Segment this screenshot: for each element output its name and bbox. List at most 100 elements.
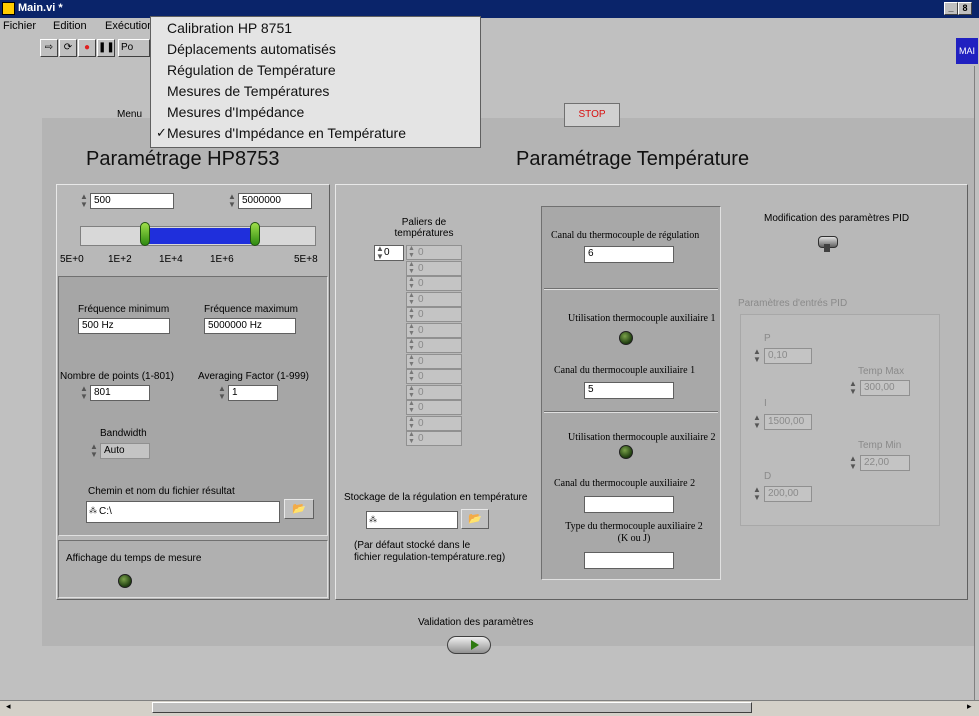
d-spinner-icon[interactable]: ▲ ▼ <box>753 486 761 502</box>
points-field[interactable]: 801 <box>90 385 150 401</box>
menu-fichier[interactable]: Fichier <box>3 20 36 32</box>
aux1-use-label: Utilisation thermocouple auxiliaire 1 <box>568 313 716 324</box>
menu-edition[interactable]: Edition <box>53 20 87 32</box>
storage-note-1: (Par défaut stocké dans le <box>354 540 471 551</box>
path-type-icon: ⁂ <box>89 506 97 515</box>
p-field[interactable]: 0,10 <box>764 348 812 364</box>
range-min-spinner-icon[interactable]: ▲ ▼ <box>80 193 88 209</box>
validate-button[interactable] <box>447 636 491 654</box>
hp8753-params-box <box>58 276 328 536</box>
freq-max-field[interactable]: 5000000 Hz <box>204 318 296 334</box>
i-label: I <box>764 398 767 409</box>
bandwidth-spinner-icon[interactable]: ▲ ▼ <box>90 443 98 459</box>
menu-execution[interactable]: Exécution <box>105 20 153 32</box>
maximize-button[interactable]: 8 <box>958 2 972 15</box>
play-arrow-icon <box>471 640 479 650</box>
palier-spinner-icon[interactable]: ▲ ▼ <box>408 245 415 259</box>
palier-spinner-icon[interactable]: ▲ ▼ <box>408 261 415 275</box>
palier-spinner-icon[interactable]: ▲ ▼ <box>408 276 415 290</box>
canal-regulation-label: Canal du thermocouple de régulation <box>551 230 700 241</box>
temp-max-field[interactable]: 300,00 <box>860 380 910 396</box>
storage-browse-button[interactable]: 📂 <box>461 509 489 529</box>
menu-item-calibration[interactable]: Calibration HP 8751 <box>167 20 292 36</box>
averaging-label: Averaging Factor (1-999) <box>198 371 309 382</box>
scrollbar-thumb[interactable] <box>152 702 752 713</box>
display-time-led[interactable] <box>118 574 132 588</box>
aux1-canal-label: Canal du thermocouple auxiliaire 1 <box>554 365 696 376</box>
slider-min-thumb[interactable] <box>140 222 150 246</box>
stop-button[interactable]: STOP <box>564 103 620 127</box>
i-field[interactable]: 1500,00 <box>764 414 812 430</box>
minimize-button[interactable]: _ <box>944 2 958 15</box>
range-max-field[interactable]: 5000000 <box>238 193 312 209</box>
menu-ring-label: Menu <box>117 109 143 120</box>
temp-min-spinner-icon[interactable]: ▲ ▼ <box>849 455 857 471</box>
run-continuous-button[interactable]: ⟳ <box>59 39 77 57</box>
p-spinner-icon[interactable]: ▲ ▼ <box>753 348 761 364</box>
d-field[interactable]: 200,00 <box>764 486 812 502</box>
paliers-index-spinner-icon[interactable]: ▲ ▼ <box>376 245 384 261</box>
divider <box>544 412 718 413</box>
temp-max-spinner-icon[interactable]: ▲ ▼ <box>849 380 857 396</box>
tick-label: 5E+8 <box>294 254 318 265</box>
d-label: D <box>764 471 772 482</box>
palier-spinner-icon[interactable]: ▲ ▼ <box>408 323 415 337</box>
menu-dropdown: Calibration HP 8751 Déplacements automat… <box>150 16 481 148</box>
storage-path-type-icon: ⁂ <box>369 515 377 524</box>
freq-min-label: Fréquence minimum <box>78 304 170 315</box>
scroll-left-icon[interactable]: ◂ <box>6 701 11 712</box>
temp-min-field[interactable]: 22,00 <box>860 455 910 471</box>
i-spinner-icon[interactable]: ▲ ▼ <box>753 414 761 430</box>
palier-spinner-icon[interactable]: ▲ ▼ <box>408 338 415 352</box>
menu-item-mesures-impedance[interactable]: Mesures d'Impédance <box>167 104 304 120</box>
run-arrow-button[interactable]: ⇨ <box>40 39 58 57</box>
scroll-right-icon[interactable]: ▸ <box>967 701 972 712</box>
storage-path-field[interactable] <box>366 511 458 529</box>
aux2-canal-label: Canal du thermocouple auxiliaire 2 <box>554 478 696 489</box>
bandwidth-ring[interactable]: Auto <box>100 443 150 459</box>
path-label: Chemin et nom du fichier résultat <box>88 486 235 497</box>
freq-min-field[interactable]: 500 Hz <box>78 318 170 334</box>
palier-spinner-icon[interactable]: ▲ ▼ <box>408 354 415 368</box>
averaging-field[interactable]: 1 <box>228 385 278 401</box>
temp-max-label: Temp Max <box>858 366 905 377</box>
averaging-spinner-icon[interactable]: ▲ ▼ <box>218 385 226 401</box>
menu-item-regulation[interactable]: Régulation de Température <box>167 62 336 78</box>
canal-regulation-field[interactable]: 6 <box>584 246 674 263</box>
storage-note-2: fichier regulation-température.reg) <box>354 552 506 563</box>
range-min-field[interactable]: 500 <box>90 193 174 209</box>
menu-item-deplacements[interactable]: Déplacements automatisés <box>167 41 336 57</box>
aux2-type-field[interactable] <box>584 552 674 569</box>
abort-button[interactable]: ● <box>78 39 96 57</box>
storage-label: Stockage de la régulation en température <box>344 492 528 503</box>
palier-spinner-icon[interactable]: ▲ ▼ <box>408 431 415 445</box>
slider-max-thumb[interactable] <box>250 222 260 246</box>
aux2-type-sublabel: (K ou J) <box>617 533 651 544</box>
aux2-type-label: Type du thermocouple auxiliaire 2 <box>565 521 703 532</box>
freq-max-label: Fréquence maximum <box>204 304 298 315</box>
palier-spinner-icon[interactable]: ▲ ▼ <box>408 400 415 414</box>
aux2-use-led[interactable] <box>619 445 633 459</box>
result-path-field[interactable]: C:\ <box>86 501 280 523</box>
menu-item-mesures-temperatures[interactable]: Mesures de Températures <box>167 83 329 99</box>
points-label: Nombre de points (1-801) <box>60 371 174 382</box>
paliers-label: Paliers de températures <box>394 217 454 239</box>
palier-spinner-icon[interactable]: ▲ ▼ <box>408 416 415 430</box>
palier-spinner-icon[interactable]: ▲ ▼ <box>408 385 415 399</box>
palier-spinner-icon[interactable]: ▲ ▼ <box>408 292 415 306</box>
palier-spinner-icon[interactable]: ▲ ▼ <box>408 307 415 321</box>
palier-spinner-icon[interactable]: ▲ ▼ <box>408 369 415 383</box>
aux1-canal-field[interactable]: 5 <box>584 382 674 399</box>
menu-item-impedance-temperature[interactable]: Mesures d'Impédance en Température <box>167 125 406 141</box>
points-spinner-icon[interactable]: ▲ ▼ <box>80 385 88 401</box>
hp8753-title: Paramétrage HP8753 <box>86 148 280 170</box>
tick-label: 1E+4 <box>159 254 183 265</box>
aux1-use-led[interactable] <box>619 331 633 345</box>
pid-params-label: Paramètres d'entrés PID <box>738 298 848 309</box>
display-time-label: Affichage du temps de mesure <box>66 553 202 564</box>
aux2-canal-field[interactable] <box>584 496 674 513</box>
browse-folder-button[interactable]: 📂 <box>284 499 314 519</box>
range-max-spinner-icon[interactable]: ▲ ▼ <box>228 193 236 209</box>
font-selector[interactable]: Po <box>118 39 150 57</box>
pause-button[interactable]: ❚❚ <box>97 39 115 57</box>
